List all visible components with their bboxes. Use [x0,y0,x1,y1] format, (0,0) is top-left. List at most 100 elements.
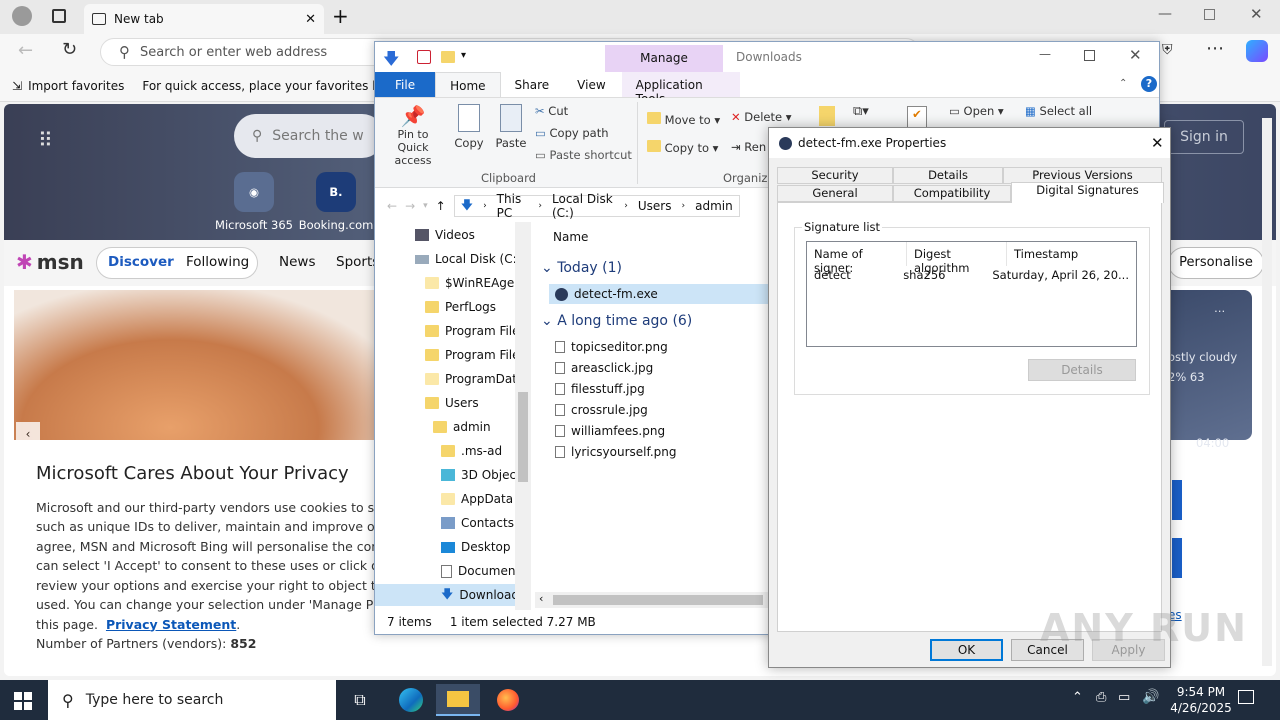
path-local-disk[interactable]: Local Disk (C:) [552,192,614,220]
tab-actions-icon[interactable] [52,9,66,23]
signature-list[interactable]: Name of signer: Digest algorithm Timesta… [806,241,1137,347]
page-scrollbar[interactable] [1262,118,1272,666]
delete-button[interactable]: ✕ Delete ▾ [731,110,792,124]
volume-icon[interactable]: 🔊 [1142,689,1159,705]
nav-appdata[interactable]: AppData [441,488,513,510]
firefox-taskbar-icon[interactable] [486,684,530,716]
qa-dropdown-icon[interactable]: ▾ [461,50,466,61]
copy-to-button[interactable]: Copy to ▾ [647,140,718,155]
sign-in-button[interactable]: Sign in [1164,120,1244,154]
paste-shortcut-button[interactable]: ▭ Paste shortcut [535,148,632,162]
horizontal-scrollbar[interactable]: ‹ [535,592,771,608]
minimize-button[interactable]: — [1158,6,1172,22]
column-name-header[interactable]: Name [553,230,588,244]
copy-button[interactable]: Copy [453,104,485,150]
tab-details[interactable]: Details [893,167,1003,184]
nav-program-files[interactable]: Program Files [425,320,526,342]
nav-sports[interactable]: Sports [336,254,379,270]
group-long-ago[interactable]: ⌄ A long time ago (6) [541,313,692,329]
taskbar-search[interactable]: ⚲ Type here to search [48,680,336,720]
ok-button[interactable]: OK [930,639,1003,661]
accept-button-edge[interactable] [1172,480,1182,520]
close-dialog-button[interactable]: ✕ [1151,134,1164,152]
group-today[interactable]: ⌄ Today (1) [541,260,622,276]
nav-ms-ad[interactable]: .ms-ad [441,440,502,462]
file-filesstuff[interactable]: filesstuff.jpg [555,379,645,399]
copilot-icon[interactable] [1246,40,1268,62]
forward-icon[interactable]: → [405,199,415,213]
properties-qa-icon[interactable] [417,50,431,64]
personalise-button[interactable]: Personalise [1168,247,1264,279]
manage-context-tab[interactable]: Manage [605,45,723,72]
cut-button[interactable]: ✂ Cut [535,104,568,118]
column-signer[interactable]: Name of signer: [807,242,907,275]
nav-following[interactable]: Following [186,254,249,270]
tab-application-tools[interactable]: Application Tools [621,72,740,106]
nav-news[interactable]: News [279,254,315,270]
nav-videos[interactable]: Videos [415,224,475,246]
nav-users[interactable]: Users [425,392,479,414]
file-detect-fm-exe[interactable]: detect-fm.exe [555,284,658,304]
select-all-button[interactable]: ▦ Select all [1025,104,1092,118]
column-digest[interactable]: Digest algorithm [907,242,1007,275]
tab-file[interactable]: File [375,72,436,97]
notifications-icon[interactable] [1238,690,1254,704]
back-icon[interactable]: ← [387,199,397,213]
import-favorites-link[interactable]: ⇲ Import favorites [12,79,124,93]
quick-link-microsoft365[interactable]: ◉ Microsoft 365 [214,172,294,232]
nav-program-files-x86[interactable]: Program Files [425,344,526,366]
file-areasclick[interactable]: areasclick.jpg [555,358,653,378]
nav-programdata[interactable]: ProgramData [425,368,524,390]
tray-chevron-icon[interactable]: ⌃ [1072,690,1083,705]
more-menu-icon[interactable]: ⋯ [1206,38,1224,59]
more-icon[interactable]: ⋯ [1214,304,1226,318]
recent-icon[interactable]: ▾ [423,201,428,211]
new-folder-icon[interactable] [819,106,835,126]
msn-logo[interactable]: ✱ msn [16,250,84,274]
nav-downloads[interactable]: 🡇 Downloads [441,584,525,606]
copilot-shield-icon[interactable]: ⛨ [1162,42,1173,58]
clock[interactable]: 9:54 PM 4/26/2025 [1168,684,1234,716]
explorer-taskbar-icon[interactable] [436,684,480,716]
close-window-button[interactable]: ✕ [1250,5,1263,23]
up-icon[interactable]: ↑ [436,199,446,213]
profile-avatar[interactable] [12,6,32,26]
tab-compatibility[interactable]: Compatibility [893,185,1011,202]
tab-digital-signatures[interactable]: Digital Signatures [1011,182,1164,203]
nav-desktop[interactable]: Desktop [441,536,511,558]
new-item-icon[interactable]: ⧉▾ [853,104,869,119]
pin-quick-access-button[interactable]: 📌 Pin to Quick access [381,104,445,167]
tab-share[interactable]: Share [501,72,564,97]
task-view-icon[interactable]: ⧉ [338,684,382,716]
open-button[interactable]: ▭ Open ▾ [949,104,1004,118]
move-to-button[interactable]: Move to ▾ [647,112,720,127]
nav-discover[interactable]: Discover [108,254,174,270]
tray-device-icon[interactable]: ⎙ [1096,690,1106,705]
details-button[interactable]: Details [1028,359,1136,381]
tab-general[interactable]: General [777,185,893,202]
file-williamfees[interactable]: williamfees.png [555,421,665,441]
close-tab-icon[interactable]: ✕ [305,12,316,27]
back-icon[interactable]: ← [18,40,33,61]
file-topicseditor[interactable]: topicseditor.png [555,337,668,357]
hero-search-box[interactable]: ⚲ Search the w [234,114,384,158]
rename-button[interactable]: ⇥ Ren [731,140,766,154]
privacy-statement-link[interactable]: Privacy Statement [106,617,236,632]
collapse-ribbon-icon[interactable]: ⌃ [1119,78,1127,89]
start-windows-icon[interactable] [14,692,32,710]
tab-home[interactable]: Home [435,72,501,97]
nav-contacts[interactable]: Contacts [441,512,514,534]
minimize-button[interactable]: — [1039,47,1051,61]
path-admin[interactable]: admin [695,199,733,213]
nav-admin[interactable]: admin [433,416,491,438]
close-window-button[interactable]: ✕ [1129,46,1142,64]
breadcrumb[interactable]: 🡇 › This PC › Local Disk (C:) › Users › admi… [453,192,740,220]
file-lyricsyourself[interactable]: lyricsyourself.png [555,442,677,462]
network-icon[interactable]: ▭ [1118,690,1130,705]
nav-local-disk[interactable]: Local Disk (C:) [415,248,521,270]
nav-scrollbar[interactable] [515,222,531,610]
tab-security[interactable]: Security [777,167,893,184]
refresh-icon[interactable]: ↻ [62,39,77,60]
nav-winreagent[interactable]: $WinREAgent [425,272,527,294]
path-this-pc[interactable]: This PC [497,192,529,220]
